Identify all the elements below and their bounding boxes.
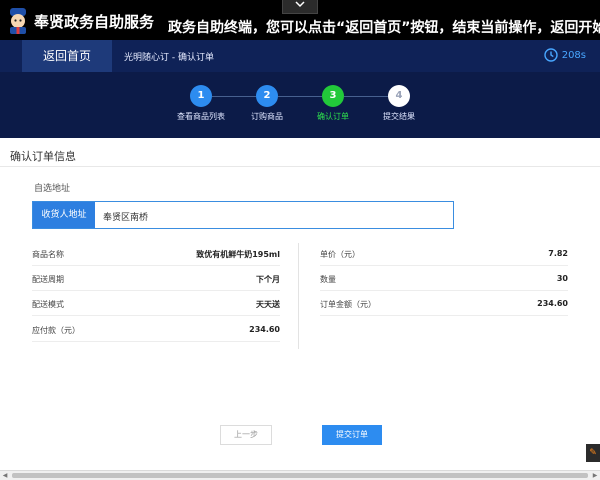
info-row-order-amount: 订单金额（元） 234.60: [320, 299, 568, 315]
timer-text: 208s: [561, 49, 586, 61]
progress-steps: 1 查看商品列表 2 订购商品 3 确认订单 4 提交结果: [0, 85, 600, 125]
info-label: 单价（元）: [320, 250, 360, 259]
top-bar: 奉贤政务自助服务 政务自助终端，您可以点击“返回首页”按钮，结束当前操作，返回开…: [0, 0, 600, 40]
step-label: 提交结果: [383, 112, 415, 121]
logo-icon: [6, 8, 30, 34]
step-submit-result: 4 提交结果: [364, 85, 434, 122]
clock-icon: [544, 48, 558, 62]
previous-step-button[interactable]: 上一步: [220, 425, 272, 445]
info-label: 订单金额（元）: [320, 300, 376, 309]
floating-widget[interactable]: ✎: [586, 444, 600, 462]
chevron-down-icon: [295, 1, 305, 8]
breadcrumb: 光明随心订 - 确认订单: [124, 53, 214, 63]
info-label: 配送周期: [32, 275, 64, 284]
edit-icon: ✎: [589, 448, 597, 458]
row-divider: [32, 290, 280, 291]
scroll-left-arrow-icon[interactable]: ◀: [0, 471, 10, 480]
info-row-delivery-mode: 配送模式 天天送: [32, 299, 280, 315]
scroll-right-arrow-icon[interactable]: ▶: [590, 471, 600, 480]
scrollbar-thumb[interactable]: [12, 473, 588, 478]
header-row: 返回首页 光明随心订 - 确认订单 208s: [0, 40, 600, 72]
row-divider: [320, 315, 568, 316]
row-divider: [320, 265, 568, 266]
step-order-products: 2 订购商品: [232, 85, 302, 122]
info-label: 数量: [320, 275, 336, 284]
submit-order-button[interactable]: 提交订单: [322, 425, 382, 445]
step-label: 确认订单: [317, 112, 349, 121]
info-value: 234.60: [537, 299, 568, 308]
horizontal-scrollbar[interactable]: ◀ ▶: [0, 470, 600, 480]
info-label: 配送模式: [32, 300, 64, 309]
step-number: 4: [388, 85, 410, 107]
collapse-toggle[interactable]: [282, 0, 318, 14]
address-tag: 收货人地址: [33, 202, 95, 228]
info-value: 234.60: [249, 325, 280, 334]
step-number: 3: [322, 85, 344, 107]
info-row-quantity: 数量 30: [320, 274, 568, 290]
step-view-products: 1 查看商品列表: [166, 85, 236, 122]
row-divider: [32, 265, 280, 266]
info-row-amount-payable: 应付款（元） 234.60: [32, 325, 280, 341]
notice-marquee: 政务自助终端，您可以点击“返回首页”按钮，结束当前操作，返回开始页: [168, 20, 600, 36]
row-divider: [32, 341, 280, 342]
step-number: 2: [256, 85, 278, 107]
info-value: 7.82: [548, 249, 568, 258]
order-confirm-panel: 确认订单信息 自选地址 收货人地址 奉贤区南桥 商品名称 致优有机鲜牛奶195m…: [0, 138, 600, 470]
page-header: 返回首页 光明随心订 - 确认订单 208s 1 查看商品列表 2 订购商品 3…: [0, 40, 600, 138]
section-title: 确认订单信息: [10, 150, 76, 163]
info-label: 商品名称: [32, 250, 64, 259]
column-divider: [298, 243, 299, 349]
info-label: 应付款（元）: [32, 326, 80, 335]
countdown-timer: 208s: [544, 48, 586, 62]
home-button[interactable]: 返回首页: [22, 40, 112, 72]
app-title: 奉贤政务自助服务: [34, 13, 155, 31]
info-row-unit-price: 单价（元） 7.82: [320, 249, 568, 265]
divider: [0, 166, 600, 167]
info-value: 下个月: [256, 275, 280, 284]
address-input[interactable]: 收货人地址 奉贤区南桥: [32, 201, 454, 229]
step-label: 订购商品: [251, 112, 283, 121]
step-number: 1: [190, 85, 212, 107]
step-label: 查看商品列表: [177, 112, 225, 121]
step-confirm-order: 3 确认订单: [298, 85, 368, 122]
info-row-product-name: 商品名称 致优有机鲜牛奶195ml: [32, 249, 280, 265]
info-row-delivery-cycle: 配送周期 下个月: [32, 274, 280, 290]
row-divider: [320, 290, 568, 291]
address-caption: 自选地址: [34, 184, 71, 194]
info-value: 天天送: [256, 300, 280, 309]
address-value: 奉贤区南桥: [103, 213, 149, 223]
info-value: 致优有机鲜牛奶195ml: [196, 250, 280, 259]
row-divider: [32, 315, 280, 316]
info-value: 30: [556, 274, 568, 283]
